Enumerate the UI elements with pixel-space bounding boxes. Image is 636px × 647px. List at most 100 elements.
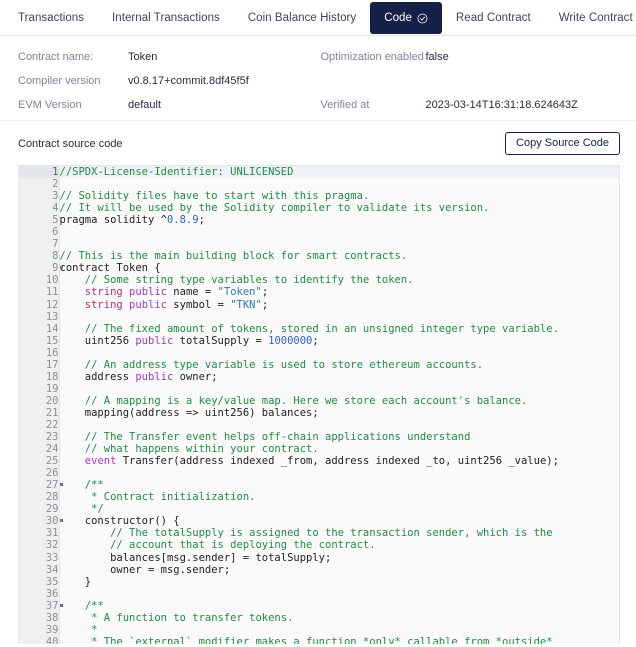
code-token: symbol = [166,298,231,311]
code-line-content: /** [59,600,619,612]
code-line: 31 // The totalSupply is assigned to the… [19,527,619,540]
code-line: 27 /** [19,479,619,492]
code-line-content: * [59,624,619,636]
line-number: 29 [19,503,60,516]
evm-version-label: EVM Version [18,99,82,111]
code-token: //SPDX-License-Identifier: UNLICENSED [59,166,294,178]
code-line: 28 * Contract initialization. [19,491,619,504]
code-line: 24 // what happens within your contract. [19,443,619,456]
tab-internal-transactions[interactable]: Internal Transactions [98,0,234,35]
code-line-content: event Transfer(address indexed _from, ad… [59,455,619,467]
code-token: // This is the main building block for s… [59,250,408,263]
code-line: 11 string public name = "Token"; [19,286,619,299]
code-token: // The fixed amount of tokens, stored in… [59,322,559,335]
verified-at-value: 2023-03-14T16:31:18.624643Z [425,99,578,111]
code-line-content: contract Token { [59,262,619,274]
code-line-content: string public name = "Token"; [59,286,619,298]
code-line: 34 owner = msg.sender; [19,563,619,576]
contract-tab-bar: Transactions Internal Transactions Coin Ba… [0,0,636,36]
code-line-content [59,383,619,395]
code-line-content: // It will be used by the Solidity compi… [59,202,619,214]
code-line-content [59,588,619,600]
code-token: uint256 [59,334,136,347]
code-line-content: // The Transfer event helps off-chain ap… [59,431,619,443]
tab-label: Coin Balance History [247,11,357,24]
code-line-content: // what happens within your contract. [59,443,619,455]
tab-label: Read Contract [455,11,531,24]
code-line: 17 // An address type variable is used t… [19,358,619,371]
line-number: 10 [19,274,60,287]
code-token: ; [198,214,205,227]
code-line: 3// Solidity files have to start with th… [19,190,619,203]
line-number: 3 [19,190,60,203]
line-number: 38 [19,611,60,624]
code-token: public [129,286,167,299]
code-line: 23 // The Transfer event helps off-chain… [19,431,619,444]
code-line: 13 [19,310,619,323]
code-line-content [59,347,619,359]
code-line: 19 [19,382,619,395]
line-number: 11 [19,286,60,299]
code-line: 8// This is the main building block for … [19,250,619,263]
code-token: // The Transfer event helps off-chain ap… [59,431,471,444]
compiler-version-label: Compiler version [18,75,101,87]
code-fold-marker-icon[interactable] [59,266,63,270]
line-number: 16 [19,346,60,359]
code-fold-marker-icon[interactable] [59,483,63,487]
tab-transactions[interactable]: Transactions [4,0,98,35]
contract-info-grid: Contract name: Token Optimization enable… [18,50,618,112]
tab-coin-balance-history[interactable]: Coin Balance History [234,0,370,35]
code-line: 10 // Some string type variables to iden… [19,274,619,287]
code-fold-marker-icon[interactable] [59,519,63,523]
code-token: /** [59,479,104,492]
line-number: 39 [19,623,60,636]
code-line: 9 contract Token { [19,262,619,275]
line-number: 12 [19,298,60,311]
code-token: * Contract initialization. [59,491,256,504]
line-number: 6 [19,226,60,239]
code-line: 35 } [19,575,619,588]
line-number: 36 [19,587,60,600]
code-line: 20 // A mapping is a key/value map. Here… [19,394,619,407]
code-line-content: * Contract initialization. [59,491,619,503]
tab-code[interactable]: Code [370,2,442,34]
line-number: 8 [19,250,60,263]
code-token: // what happens within your contract. [59,443,319,456]
code-line-content: owner = msg.sender; [59,564,619,576]
source-code-viewer[interactable]: 1//SPDX-License-Identifier: UNLICENSED 2 … [18,165,620,644]
code-line-content [59,178,619,190]
code-line: 32 // account that is deploying the cont… [19,539,619,552]
line-number: 20 [19,394,60,407]
line-number: 28 [19,491,60,504]
code-line: 4// It will be used by the Solidity comp… [19,202,619,215]
code-line-content: // This is the main building block for s… [59,250,619,262]
code-line-content: * The `external` modifier makes a functi… [59,636,619,644]
code-line: 7 [19,238,619,251]
code-token: event [59,455,117,468]
code-token: * A function to transfer tokens. [59,611,294,624]
tab-read-contract[interactable]: Read Contract [442,0,545,35]
code-line: 14 // The fixed amount of tokens, stored… [19,322,619,335]
contract-name-label: Contract name: [18,51,94,63]
line-number: 17 [19,358,60,371]
code-token: } [59,575,92,588]
copy-source-code-button[interactable]: Copy Source Code [505,132,620,155]
code-token: ; [261,286,269,299]
code-line: 2 [19,178,619,191]
code-line: 16 [19,346,619,359]
line-number: 35 [19,575,60,588]
line-number: 30 [19,515,63,528]
code-line: 1//SPDX-License-Identifier: UNLICENSED [19,166,619,179]
code-token: // It will be used by the Solidity compi… [59,202,490,215]
code-line-content: // account that is deploying the contrac… [59,539,619,551]
code-token: 1000000 [268,334,313,347]
tab-label: Write Contract [558,11,633,24]
code-fold-marker-icon[interactable] [59,603,63,607]
code-line: 15 uint256 public totalSupply = 1000000; [19,334,619,347]
code-line-content: pragma solidity ^0.8.9; [59,214,619,226]
code-token: // account that is deploying the contrac… [59,539,376,552]
tab-write-contract[interactable]: Write Contract [545,0,636,35]
line-number: 23 [19,431,60,444]
code-token: ; [261,298,269,311]
code-token: public [135,370,174,383]
